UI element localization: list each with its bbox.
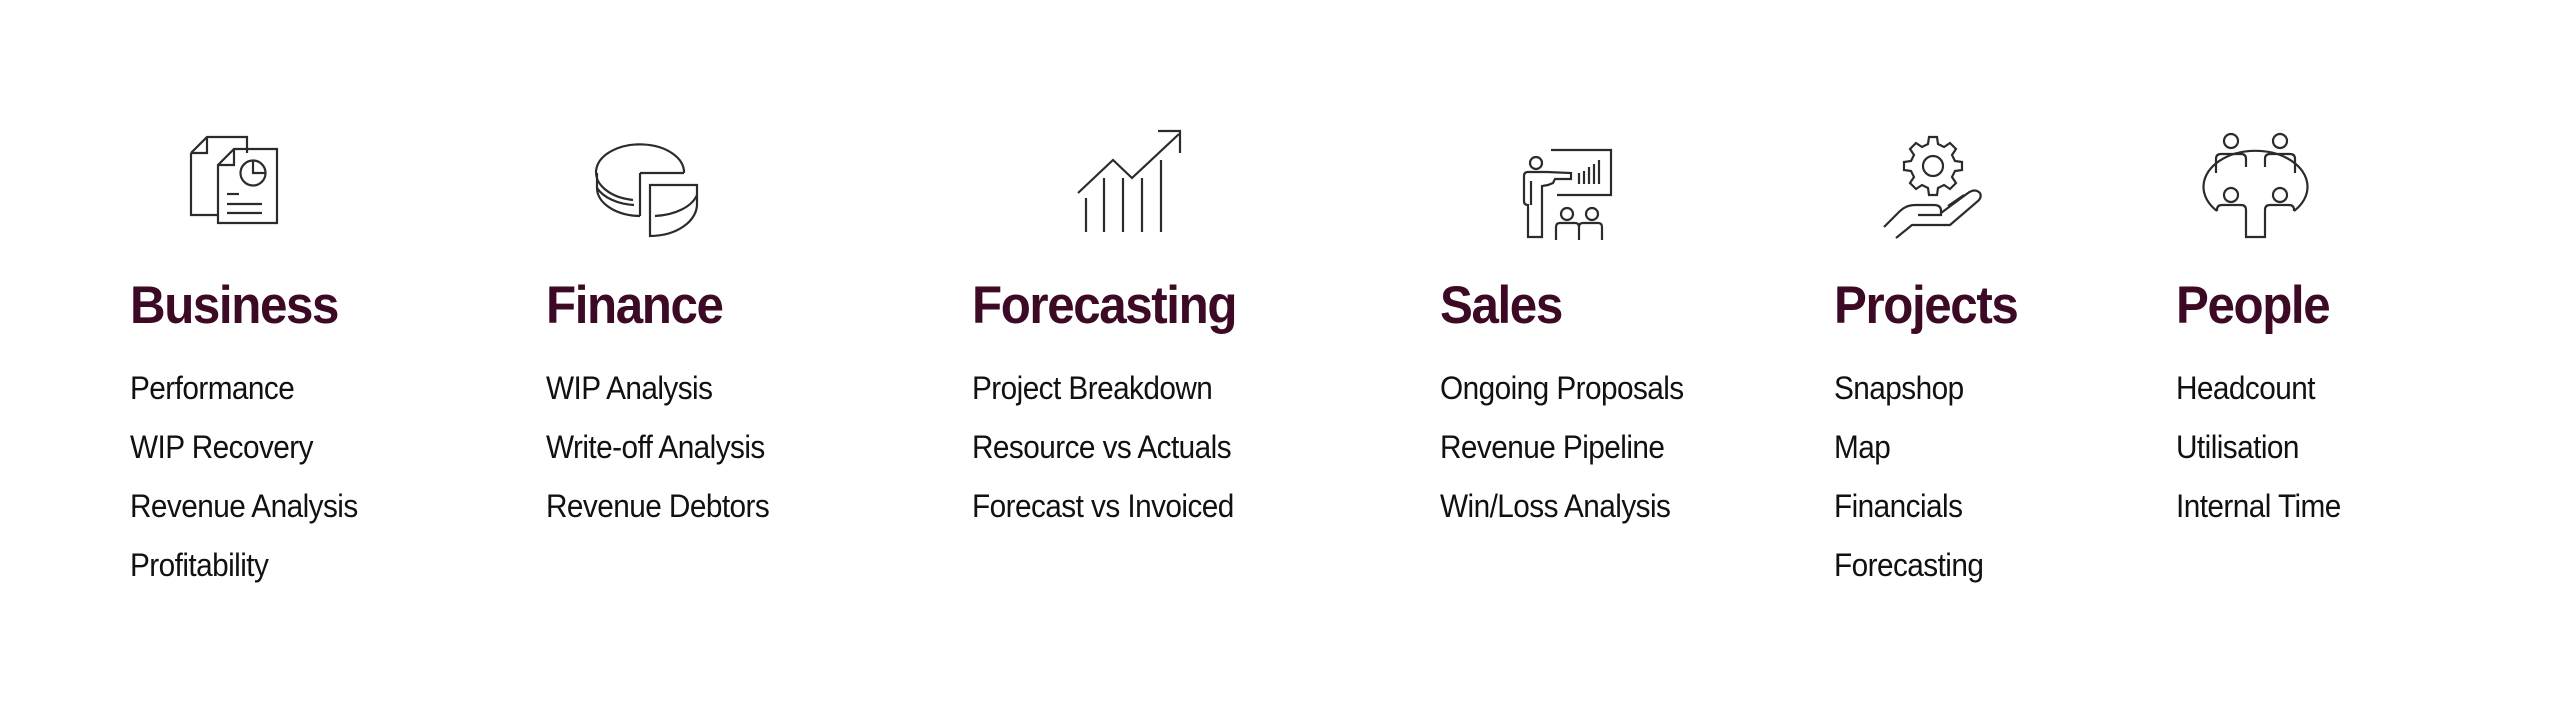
category-heading[interactable]: Finance (546, 278, 769, 334)
link-map[interactable]: Map (1834, 418, 2017, 477)
link-ongoing-proposals[interactable]: Ongoing Proposals (1440, 359, 1684, 418)
link-wip-analysis[interactable]: WIP Analysis (546, 359, 769, 418)
link-project-breakdown[interactable]: Project Breakdown (972, 359, 1236, 418)
link-revenue-analysis[interactable]: Revenue Analysis (130, 477, 358, 536)
category-items: WIP Analysis Write-off Analysis Revenue … (546, 359, 786, 536)
link-write-off-analysis[interactable]: Write-off Analysis (546, 418, 769, 477)
hand-gear-icon (1882, 135, 1984, 240)
category-projects: Projects Snapshop Map Financials Forecas… (1834, 278, 2031, 595)
category-business: Business Performance WIP Recovery Revenu… (130, 278, 375, 595)
category-heading[interactable]: Projects (1834, 278, 2019, 334)
category-sales: Sales Ongoing Proposals Revenue Pipeline… (1440, 278, 1702, 536)
category-items: Snapshop Map Financials Forecasting (1834, 359, 2031, 595)
link-utilisation[interactable]: Utilisation (2176, 418, 2341, 477)
link-snapshop[interactable]: Snapshop (1834, 359, 2017, 418)
pie-chart-icon (594, 143, 699, 238)
trend-up-chart-icon (1076, 126, 1183, 234)
category-heading[interactable]: People (2176, 278, 2341, 334)
link-forecasting[interactable]: Forecasting (1834, 536, 2017, 595)
category-items: Project Breakdown Resource vs Actuals Fo… (972, 359, 1256, 536)
category-items: Headcount Utilisation Internal Time (2176, 359, 2353, 536)
category-heading[interactable]: Forecasting (972, 278, 1237, 334)
category-items: Ongoing Proposals Revenue Pipeline Win/L… (1440, 359, 1702, 536)
link-forecast-vs-invoiced[interactable]: Forecast vs Invoiced (972, 477, 1236, 536)
category-heading[interactable]: Sales (1440, 278, 1684, 334)
link-internal-time[interactable]: Internal Time (2176, 477, 2341, 536)
category-people: People Headcount Utilisation Internal Ti… (2176, 278, 2353, 536)
documents-report-icon (189, 131, 279, 225)
category-finance: Finance WIP Analysis Write-off Analysis … (546, 278, 786, 536)
category-heading[interactable]: Business (130, 278, 358, 334)
link-headcount[interactable]: Headcount (2176, 359, 2341, 418)
link-revenue-debtors[interactable]: Revenue Debtors (546, 477, 770, 536)
category-forecasting: Forecasting Project Breakdown Resource v… (972, 278, 1256, 536)
link-revenue-pipeline[interactable]: Revenue Pipeline (1440, 418, 1684, 477)
link-profitability[interactable]: Profitability (130, 536, 358, 595)
meeting-table-icon (2201, 131, 2309, 239)
presentation-icon (1519, 145, 1613, 241)
link-resource-vs-actuals[interactable]: Resource vs Actuals (972, 418, 1236, 477)
link-financials[interactable]: Financials (1834, 477, 2017, 536)
category-items: Performance WIP Recovery Revenue Analysi… (130, 359, 375, 595)
link-win-loss-analysis[interactable]: Win/Loss Analysis (1440, 477, 1684, 536)
link-wip-recovery[interactable]: WIP Recovery (130, 418, 358, 477)
link-performance[interactable]: Performance (130, 359, 358, 418)
